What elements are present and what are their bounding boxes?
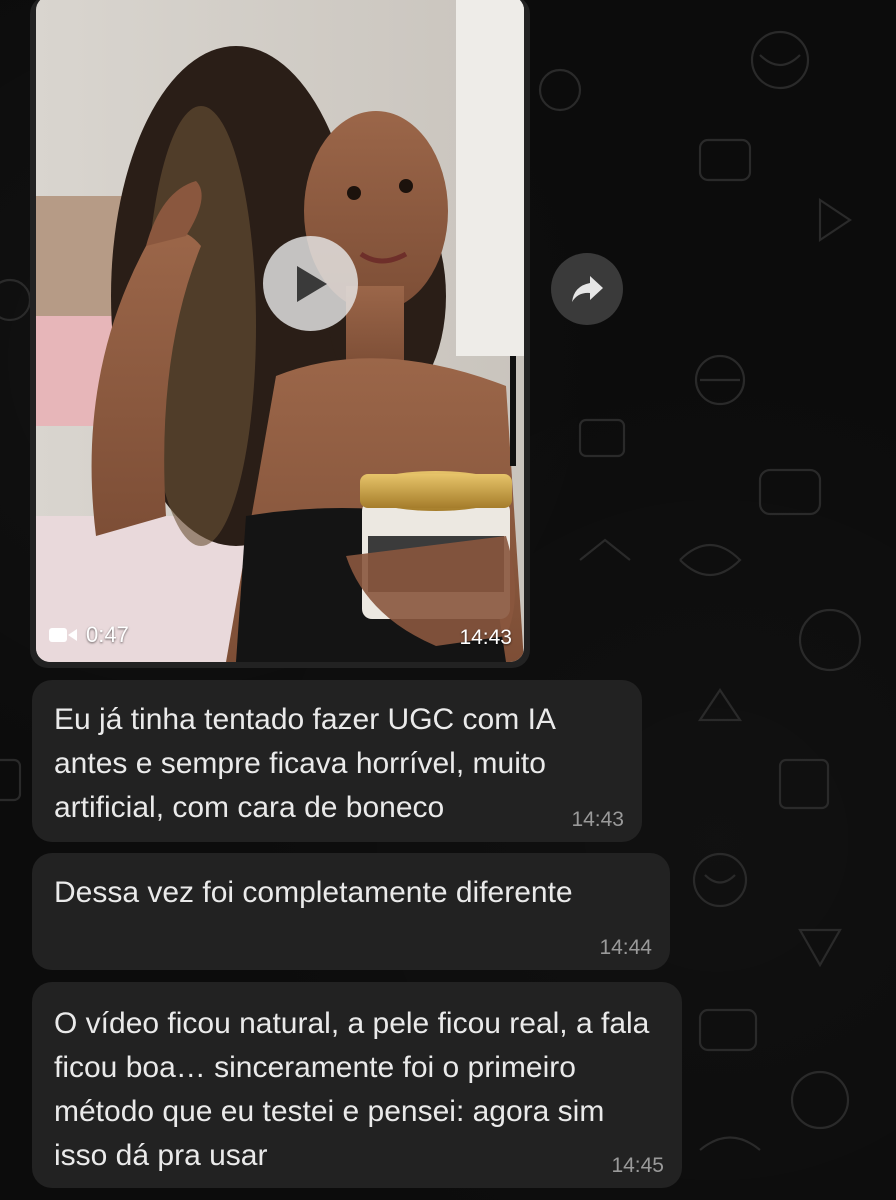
forward-button[interactable] xyxy=(551,253,623,325)
forward-icon xyxy=(572,276,603,302)
play-icon xyxy=(296,265,327,302)
message-text: Eu já tinha tentado fazer UGC com IA ant… xyxy=(54,703,555,824)
message-text: O vídeo ficou natural, a pele ficou real… xyxy=(54,1007,650,1172)
video-duration-label: 0:47 xyxy=(86,622,129,647)
video-thumbnail-image xyxy=(36,0,524,662)
play-button[interactable] xyxy=(263,236,358,331)
message-bubble[interactable]: Eu já tinha tentado fazer UGC com IA ant… xyxy=(32,680,642,842)
message-bubble[interactable]: Dessa vez foi completamente diferente 14… xyxy=(32,853,670,970)
message-timestamp: 14:43 xyxy=(571,808,624,831)
video-duration: 0:47 xyxy=(48,622,129,648)
video-message-bubble[interactable]: 0:47 14:43 xyxy=(30,0,530,668)
message-timestamp: 14:45 xyxy=(611,1154,664,1177)
video-timestamp: 14:43 xyxy=(459,626,512,649)
message-bubble[interactable]: O vídeo ficou natural, a pele ficou real… xyxy=(32,982,682,1188)
video-camera-icon xyxy=(49,628,77,642)
video-thumbnail[interactable] xyxy=(36,0,524,662)
message-text: Dessa vez foi completamente diferente xyxy=(54,876,573,909)
message-timestamp: 14:44 xyxy=(599,936,652,959)
